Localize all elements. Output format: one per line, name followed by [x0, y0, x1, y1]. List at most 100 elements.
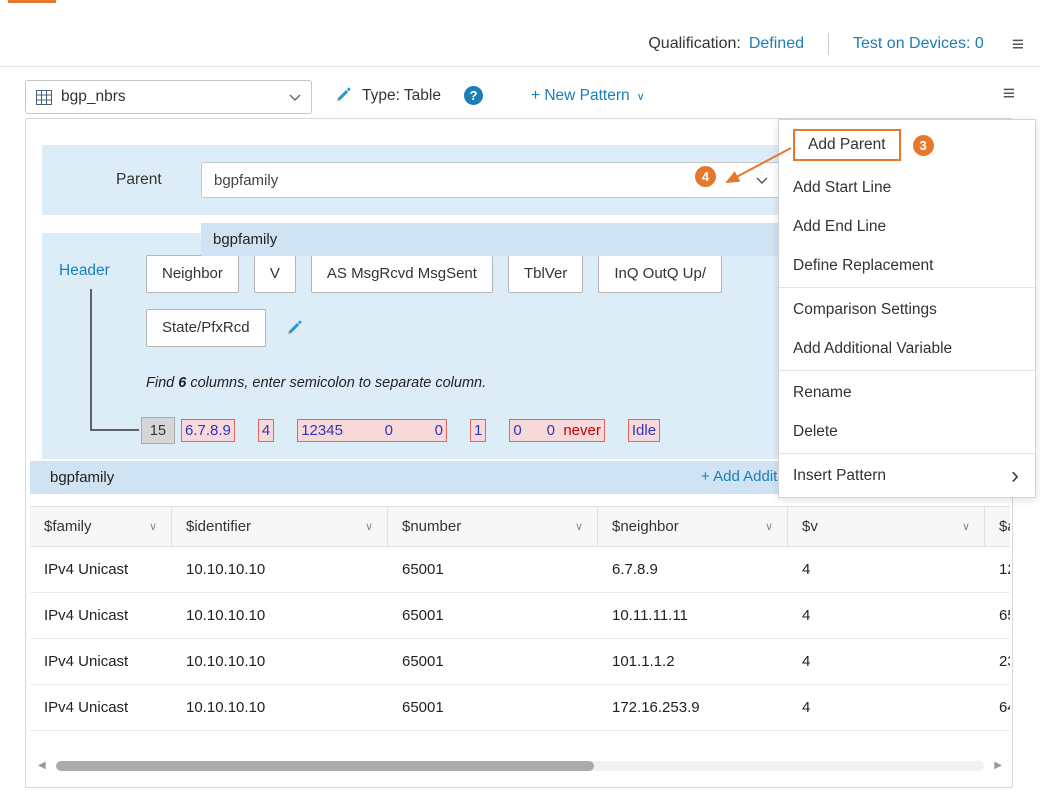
chevron-down-icon: ∨ [575, 520, 583, 533]
topbar-menu-icon[interactable]: ≡ [1012, 34, 1024, 55]
results-body: IPv4 Unicast10.10.10.10650016.7.8.94123I… [30, 547, 1010, 731]
context-menu: Add Parent3 Add Start Line Add End Line Def… [778, 119, 1036, 498]
token-text: 12345 0 0 [301, 422, 443, 439]
menu-item-comparison-settings[interactable]: Comparison Settings [779, 290, 1035, 329]
menu-item-define-replacement[interactable]: Define Replacement [779, 246, 1035, 285]
menu-item-add-additional-variable[interactable]: Add Additional Variable [779, 329, 1035, 368]
results-table: $family∨$identifier∨ $number ∨ $neighbor∨$v… [30, 506, 1010, 734]
sample-token[interactable]: 0 0 never [509, 419, 605, 442]
chevron-down-icon [289, 94, 301, 101]
table-cell: 4 [788, 593, 985, 638]
edit-header-pencil-icon[interactable] [284, 319, 303, 338]
menu-item-label: Define Replacement [793, 257, 933, 275]
menu-item-add-end-line[interactable]: Add End Line [779, 207, 1035, 246]
table-cell: 65001 [388, 685, 598, 730]
pattern-options-menu-icon[interactable]: ≡ [1003, 83, 1015, 104]
sample-token[interactable]: 1 [470, 419, 486, 442]
sample-line-number[interactable]: 15 [141, 417, 175, 444]
topbar: Qualification: Defined Test on Devices: … [648, 33, 1024, 55]
menu-item-label: Add Parent [793, 129, 901, 161]
table-cell: 645 [985, 685, 1010, 730]
header-column-box[interactable]: TblVer [508, 255, 583, 293]
table-cell: 65001 [388, 639, 598, 684]
header-column-box[interactable]: AS MsgRcvd MsgSent [311, 255, 493, 293]
header-column-box[interactable]: V [254, 255, 296, 293]
menu-item-add-start-line[interactable]: Add Start Line [779, 168, 1035, 207]
menu-item-insert-pattern[interactable]: Insert Pattern › [779, 456, 1035, 495]
token-text: 0 0 [513, 422, 563, 439]
token-text: Idle [632, 422, 656, 439]
table-cell: 10.11.11.11 [598, 593, 788, 638]
table-cell: 65001 [388, 547, 598, 592]
submenu-chevron-icon: › [1011, 464, 1019, 488]
column-header-identifier[interactable]: $identifier∨ [172, 507, 388, 546]
table-cell: 123 [985, 547, 1010, 592]
table-selector-value: bgp_nbrs [61, 88, 126, 106]
column-header-label: $as [999, 518, 1010, 535]
table-cell: 4 [788, 547, 985, 592]
table-cell: 10.10.10.10 [172, 547, 388, 592]
column-header-label: $neighbor [612, 518, 679, 535]
scrollbar-track[interactable] [56, 761, 984, 771]
hint-prefix: Find [146, 375, 178, 391]
qualification-value-link[interactable]: Defined [749, 35, 804, 53]
parent-dropdown[interactable]: bgpfamily [201, 162, 781, 198]
scrollbar-thumb[interactable] [56, 761, 594, 771]
menu-item-label: Add End Line [793, 218, 886, 236]
sample-token[interactable]: 12345 0 0 [297, 419, 447, 442]
header-label: Header [59, 262, 110, 280]
menu-item-rename[interactable]: Rename [779, 373, 1035, 412]
menu-divider [779, 287, 1035, 288]
table-row: IPv4 Unicast10.10.10.106500110.11.11.114… [30, 593, 1010, 639]
menu-item-label: Rename [793, 384, 852, 402]
table-cell: 4 [788, 685, 985, 730]
column-header-v[interactable]: $v∨ [788, 507, 985, 546]
column-header-label: $number [402, 518, 461, 535]
add-additional-link[interactable]: + Add Addit [701, 468, 777, 485]
parent-dropdown-option-bgpfamily[interactable]: bgpfamily [201, 223, 782, 256]
token-text: 4 [262, 422, 270, 439]
sample-tokens: 6.7.8.9 4 12345 0 0 1 0 0 never Idle [181, 419, 660, 442]
help-icon[interactable]: ? [464, 86, 483, 105]
sample-token[interactable]: 6.7.8.9 [181, 419, 235, 442]
table-cell: IPv4 Unicast [30, 593, 172, 638]
hint-suffix: columns, enter semicolon to separate col… [186, 375, 486, 391]
column-header-as[interactable]: $as [985, 507, 1010, 546]
top-accent-bar [8, 0, 56, 3]
table-cell: IPv4 Unicast [30, 547, 172, 592]
column-header-number[interactable]: $number ∨ [388, 507, 598, 546]
topbar-divider [828, 33, 829, 55]
menu-item-add-parent[interactable]: Add Parent3 [779, 122, 1035, 168]
header-column-box[interactable]: Neighbor [146, 255, 239, 293]
scroll-left-arrow[interactable]: ◀ [38, 760, 46, 771]
column-header-label: $family [44, 518, 92, 535]
table-grid-icon [36, 90, 52, 105]
pattern-row-label: bgpfamily [50, 469, 114, 486]
table-cell: 172.16.253.9 [598, 685, 788, 730]
menu-item-label: Add Start Line [793, 179, 891, 197]
sample-token[interactable]: 4 [258, 419, 274, 442]
sample-token[interactable]: Idle [628, 419, 660, 442]
menu-item-label: Insert Pattern [793, 467, 886, 485]
header-column-box[interactable]: State/PfxRcd [146, 309, 266, 347]
table-cell: 10.10.10.10 [172, 593, 388, 638]
token-text: 1 [474, 422, 482, 439]
column-header-neighbor[interactable]: $neighbor∨ [598, 507, 788, 546]
toolbar: bgp_nbrs Type: Table ? + New Pattern ∨ ≡ [0, 78, 1040, 116]
table-selector-dropdown[interactable]: bgp_nbrs [25, 80, 312, 114]
header-column-box[interactable]: InQ OutQ Up/ [598, 255, 722, 293]
table-cell: 101.1.1.2 [598, 639, 788, 684]
option-label: bgpfamily [213, 231, 277, 248]
parent-dropdown-value: bgpfamily [214, 172, 278, 189]
menu-item-delete[interactable]: Delete [779, 412, 1035, 451]
scroll-right-arrow[interactable]: ▶ [994, 760, 1002, 771]
column-header-label: $identifier [186, 518, 251, 535]
test-on-devices-link[interactable]: Test on Devices: 0 [853, 35, 984, 53]
new-pattern-button[interactable]: + New Pattern ∨ [531, 87, 645, 105]
menu-divider [779, 370, 1035, 371]
table-cell: 65001 [388, 593, 598, 638]
menu-item-label: Delete [793, 423, 838, 441]
edit-table-pencil-icon[interactable] [333, 86, 352, 105]
column-header-family[interactable]: $family∨ [30, 507, 172, 546]
table-cell: 235 [985, 639, 1010, 684]
